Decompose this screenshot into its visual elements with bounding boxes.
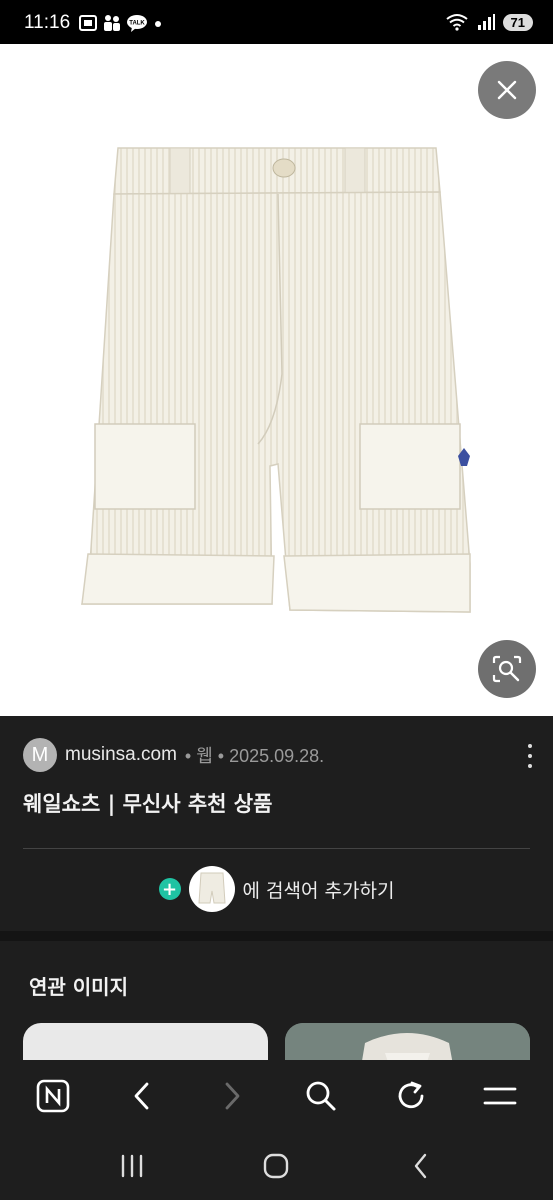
source-row[interactable]: M musinsa.com • 웹 • 2025.09.28. — [23, 738, 324, 772]
divider — [23, 848, 530, 849]
forward-button[interactable] — [202, 1066, 262, 1126]
back-icon — [414, 1153, 427, 1179]
wifi-icon — [445, 14, 468, 31]
home-button[interactable] — [246, 1141, 306, 1191]
image-thumbnail — [188, 866, 235, 912]
kakaotalk-icon: TALK — [127, 15, 147, 32]
related-image-card[interactable] — [23, 1023, 268, 1060]
add-search-term-button[interactable]: + 에 검색어 추가하기 — [0, 866, 553, 912]
result-info-panel: M musinsa.com • 웹 • 2025.09.28. 웨일쇼츠 | 무… — [0, 716, 553, 931]
result-title[interactable]: 웨일쇼츠 | 무신사 추천 상품 — [23, 788, 272, 818]
close-button[interactable] — [478, 61, 536, 119]
dot-icon — [155, 21, 161, 27]
status-time: 11:16 — [24, 12, 71, 33]
menu-button[interactable] — [470, 1066, 530, 1126]
recent-apps-button[interactable] — [102, 1141, 162, 1191]
screenshot-icon — [79, 15, 97, 31]
home-icon — [264, 1153, 289, 1179]
battery-indicator: 71 — [502, 13, 533, 31]
more-dot — [528, 754, 532, 758]
lens-search-button[interactable] — [478, 640, 536, 698]
plus-icon: + — [158, 878, 181, 900]
image-viewer — [0, 44, 553, 716]
search-icon — [306, 1081, 336, 1111]
browser-toolbar — [0, 1060, 553, 1132]
refresh-button[interactable] — [381, 1066, 441, 1126]
svg-text:TALK: TALK — [129, 21, 145, 27]
status-bar: 11:16 TALK 71 — [0, 0, 553, 44]
more-dot — [528, 744, 532, 748]
system-back-button[interactable] — [391, 1141, 451, 1191]
source-site[interactable]: musinsa.com — [65, 744, 177, 766]
forward-icon — [225, 1082, 240, 1110]
recent-apps-icon — [121, 1154, 143, 1178]
status-notification-icons: TALK — [78, 14, 164, 32]
source-meta: • 웹 • 2025.09.28. — [184, 746, 325, 766]
close-icon — [497, 80, 517, 100]
back-button[interactable] — [112, 1066, 172, 1126]
product-image — [81, 147, 471, 613]
refresh-icon — [398, 1081, 424, 1109]
back-icon — [134, 1082, 149, 1110]
more-options-button[interactable] — [525, 744, 535, 768]
system-navigation-bar — [0, 1132, 553, 1200]
related-image-card[interactable] — [285, 1023, 530, 1060]
related-images-section: 연관 이미지 — [0, 941, 553, 1060]
signal-icon — [477, 14, 495, 30]
add-search-label: 에 검색어 추가하기 — [242, 879, 395, 902]
naver-home-icon — [36, 1079, 70, 1113]
naver-home-button[interactable] — [23, 1066, 83, 1126]
more-dot — [528, 764, 532, 768]
section-separator — [0, 931, 553, 941]
search-button[interactable] — [291, 1066, 351, 1126]
lens-search-icon — [492, 655, 522, 683]
related-images-title: 연관 이미지 — [29, 975, 128, 999]
site-avatar: M — [23, 738, 57, 772]
menu-icon — [483, 1087, 517, 1105]
family-icon — [104, 15, 120, 31]
status-system-icons: 71 — [445, 13, 533, 31]
